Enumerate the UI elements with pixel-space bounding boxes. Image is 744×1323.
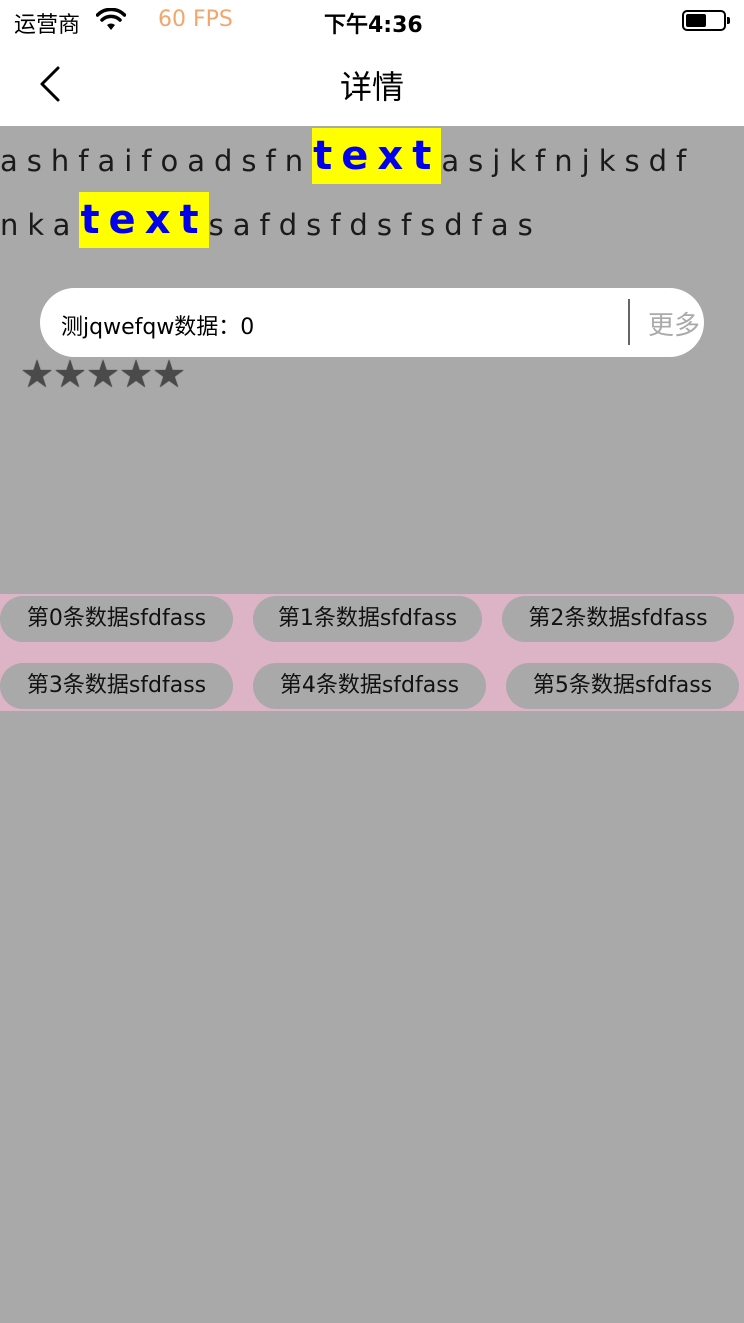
tag-item[interactable]: 第1条数据sfdfass <box>253 596 482 642</box>
carrier-label: 运营商 <box>14 13 81 38</box>
star-icon[interactable]: ★ <box>152 352 186 396</box>
battery-icon <box>682 10 730 31</box>
tag-cloud: 第0条数据sfdfass 第1条数据sfdfass 第2条数据sfdfass 第… <box>0 594 744 711</box>
rich-text-line-2: nkatextsafdsfdsfsdfas <box>0 192 542 257</box>
more-button[interactable]: 更多 <box>648 305 700 342</box>
tag-item[interactable]: 第0条数据sfdfass <box>0 596 233 642</box>
text-segment: ashfaifoadsfn <box>0 144 313 178</box>
page-title: 详情 <box>339 68 404 106</box>
star-icon[interactable]: ★ <box>53 352 87 396</box>
tag-item[interactable]: 第4条数据sfdfass <box>253 663 486 709</box>
star-rating[interactable]: ★ ★ ★ ★ ★ <box>20 352 186 396</box>
battery-level <box>686 14 706 27</box>
text-segment: nka <box>0 208 80 242</box>
tag-item[interactable]: 第5条数据sfdfass <box>506 663 739 709</box>
rich-text-line-1: ashfaifoadsfntextasjkfnjksdf <box>0 128 695 193</box>
battery-cap <box>727 17 730 24</box>
navigation-bar: 详情 <box>0 42 744 126</box>
star-icon[interactable]: ★ <box>86 352 120 396</box>
data-pill: 测jqwefqw数据：0 更多 <box>40 288 704 357</box>
star-icon[interactable]: ★ <box>119 352 153 396</box>
tag-item[interactable]: 第3条数据sfdfass <box>0 663 233 709</box>
data-count-label: 测jqwefqw数据：0 <box>61 315 255 340</box>
highlighted-text[interactable]: text <box>79 192 209 248</box>
text-segment: safdsfdsfsdfas <box>208 208 542 242</box>
clock-label: 下午4:36 <box>324 13 423 38</box>
tag-item[interactable]: 第2条数据sfdfass <box>502 596 734 642</box>
text-segment: asjkfnjksdf <box>441 144 696 178</box>
highlighted-text[interactable]: text <box>312 128 442 184</box>
fps-label: 60 FPS <box>158 7 233 32</box>
status-bar: 运营商 60 FPS 下午4:36 <box>0 0 744 42</box>
wifi-icon <box>95 7 127 32</box>
divider <box>628 299 630 345</box>
star-icon[interactable]: ★ <box>20 352 54 396</box>
